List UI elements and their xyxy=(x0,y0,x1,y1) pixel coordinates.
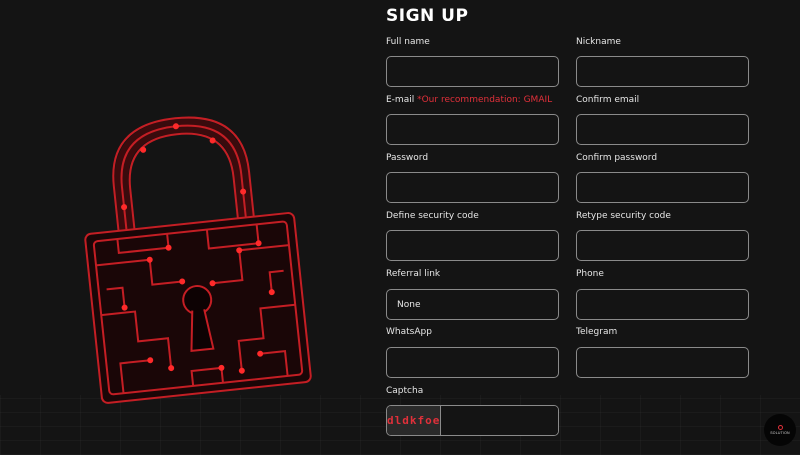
solution-badge[interactable]: SOLUTION xyxy=(764,414,796,446)
email-label-group: E-mail *Our recommendation: GMAIL xyxy=(386,95,552,105)
badge-icon xyxy=(777,425,783,430)
badge-text: SOLUTION xyxy=(770,431,790,435)
circuit-lock-icon xyxy=(84,116,312,404)
nickname-label: Nickname xyxy=(576,37,621,47)
confirm-password-label: Confirm password xyxy=(576,153,658,163)
confirm-email-input[interactable] xyxy=(576,114,749,145)
full-name-label: Full name xyxy=(386,37,430,47)
confirm-password-input[interactable] xyxy=(576,172,749,203)
confirm-email-label: Confirm email xyxy=(576,95,640,105)
retype-security-code-label: Retype security code xyxy=(576,211,671,221)
referral-input[interactable] xyxy=(386,289,559,320)
telegram-input[interactable] xyxy=(576,347,749,378)
password-input[interactable] xyxy=(386,172,559,203)
whatsapp-input[interactable] xyxy=(386,347,559,378)
referral-label: Referral link xyxy=(386,269,441,279)
full-name-input[interactable] xyxy=(386,56,559,87)
nickname-input[interactable] xyxy=(576,56,749,87)
captcha-image: dldkfoe xyxy=(387,406,442,435)
telegram-label: Telegram xyxy=(576,327,618,337)
password-label: Password xyxy=(386,153,429,163)
retype-security-code-input[interactable] xyxy=(576,230,749,261)
whatsapp-label: WhatsApp xyxy=(386,327,432,337)
captcha-label: Captcha xyxy=(386,386,424,396)
captcha-input[interactable] xyxy=(441,406,558,435)
email-hint: *Our recommendation: GMAIL xyxy=(417,95,553,105)
email-input[interactable] xyxy=(386,114,559,145)
security-code-input[interactable] xyxy=(386,230,559,261)
phone-input[interactable] xyxy=(576,289,749,320)
email-label: E-mail xyxy=(386,95,415,105)
security-code-label: Define security code xyxy=(386,211,479,221)
phone-label: Phone xyxy=(576,269,604,279)
page-title: SIGN UP xyxy=(386,6,469,26)
captcha-group: dldkfoe xyxy=(386,405,559,436)
